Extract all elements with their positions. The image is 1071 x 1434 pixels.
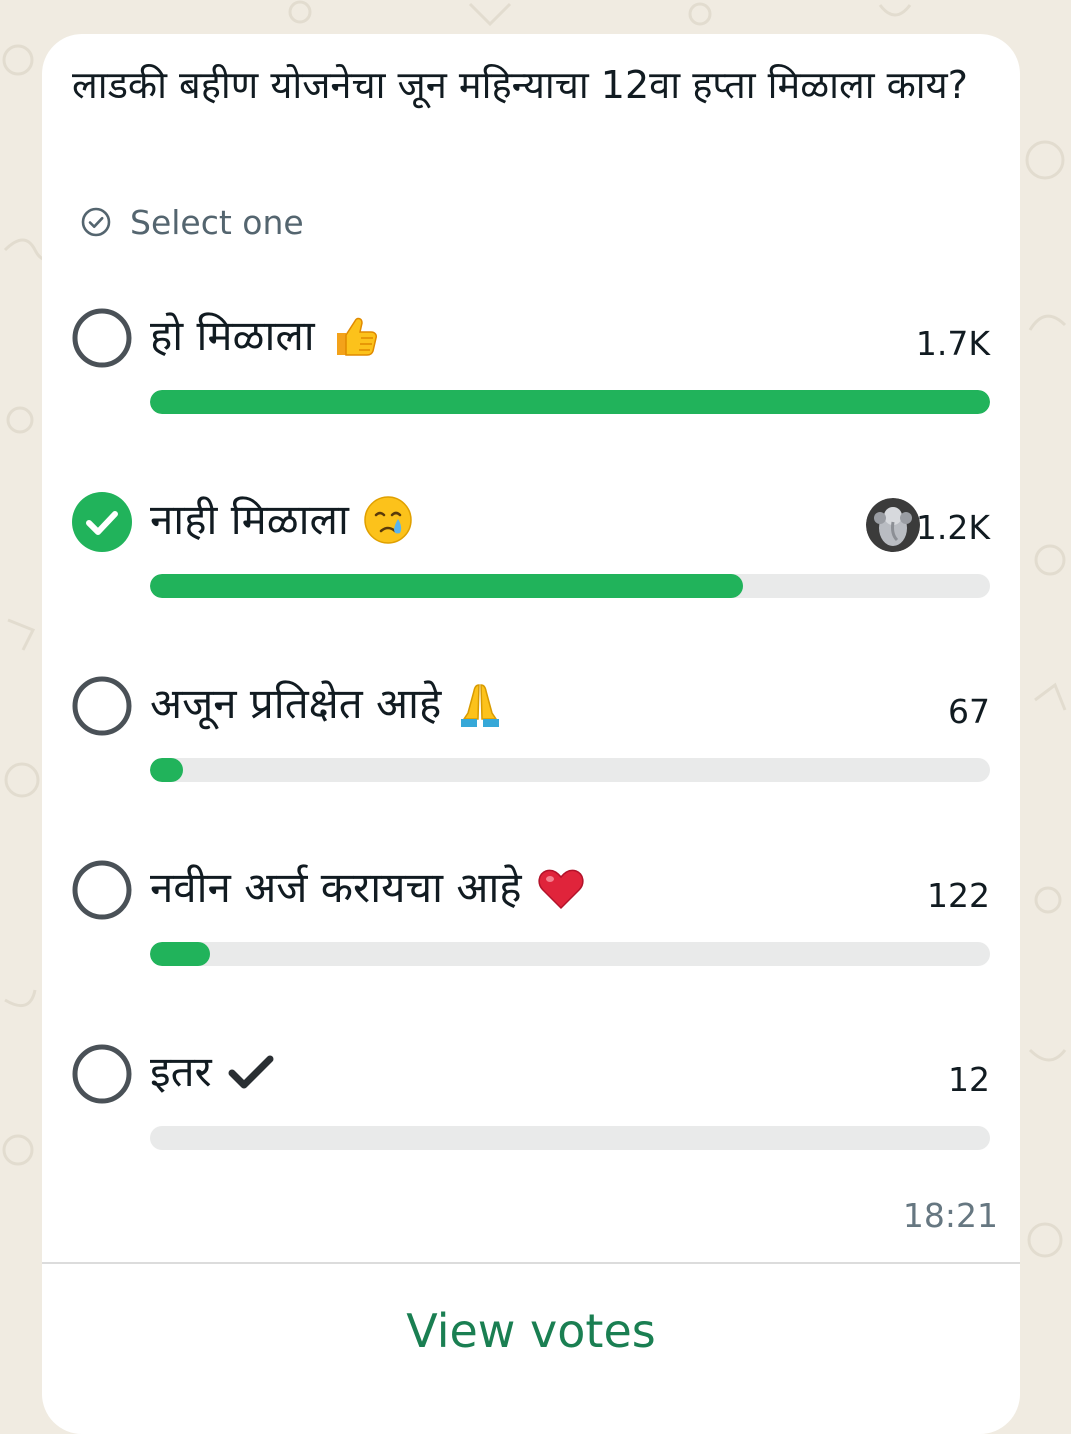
radio-button[interactable] [71, 307, 133, 369]
radio-unchecked-icon [72, 676, 132, 736]
poll-question: लाडकी बहीण योजनेचा जून महिन्याचा 12वा हप… [72, 63, 968, 107]
poll-option[interactable]: अजून प्रतिक्षेत आहे 67 [42, 672, 1020, 802]
option-label: नवीन अर्ज करायचा आहे [150, 860, 586, 916]
option-label: नाही मिळाला [150, 492, 413, 548]
vote-bar-track [150, 574, 990, 598]
option-text: नवीन अर्ज करायचा आहे [150, 863, 522, 912]
folded-hands-icon [455, 679, 505, 729]
option-text: इतर [150, 1047, 212, 1096]
vote-bar-track [150, 942, 990, 966]
poll-option[interactable]: नवीन अर्ज करायचा आहे 122 [42, 856, 1020, 986]
option-label: हो मिळाला [150, 308, 379, 364]
thumbs-up-icon [329, 311, 379, 361]
vote-bar-fill [150, 574, 743, 598]
red-heart-icon [536, 863, 586, 913]
vote-count: 1.2K [915, 508, 990, 547]
poll-option[interactable]: हो मिळाला 1.7K [42, 304, 1020, 434]
vote-bar-fill [150, 758, 184, 782]
option-label: अजून प्रतिक्षेत आहे [150, 676, 505, 732]
radio-unchecked-icon [72, 860, 132, 920]
vote-bar-track [150, 758, 990, 782]
check-circle-icon [81, 207, 111, 237]
vote-bar-fill [150, 942, 211, 966]
check-mark-icon [226, 1047, 276, 1097]
voter-avatar[interactable] [866, 498, 920, 552]
poll-option[interactable]: नाही मिळाला 1.2K [42, 488, 1020, 618]
radio-button[interactable] [71, 859, 133, 921]
vote-count: 122 [927, 876, 990, 915]
view-votes-button[interactable]: View votes [42, 1304, 1020, 1358]
divider [42, 1262, 1020, 1264]
option-label: इतर [150, 1044, 276, 1100]
radio-button[interactable] [71, 1043, 133, 1105]
radio-unchecked-icon [72, 308, 132, 368]
vote-count: 67 [948, 692, 990, 731]
option-text: हो मिळाला [150, 311, 315, 360]
select-hint-text: Select one [130, 202, 304, 242]
select-hint: Select one [80, 202, 304, 242]
radio-button[interactable] [71, 675, 133, 737]
message-timestamp: 18:21 [902, 1196, 998, 1235]
option-text: नाही मिळाला [150, 495, 349, 544]
poll-card: लाडकी बहीण योजनेचा जून महिन्याचा 12वा हप… [42, 34, 1020, 1434]
ganesha-avatar-icon [866, 498, 920, 552]
radio-unchecked-icon [72, 1044, 132, 1104]
option-text: अजून प्रतिक्षेत आहे [150, 679, 442, 728]
vote-bar-track [150, 1126, 990, 1150]
vote-count: 1.7K [915, 324, 990, 363]
radio-button[interactable] [71, 491, 133, 553]
vote-bar-fill [150, 390, 990, 414]
poll-option[interactable]: इतर 12 [42, 1040, 1020, 1170]
vote-bar-track [150, 390, 990, 414]
radio-checked-icon [72, 492, 132, 552]
crying-face-icon [363, 495, 413, 545]
vote-count: 12 [948, 1060, 990, 1099]
